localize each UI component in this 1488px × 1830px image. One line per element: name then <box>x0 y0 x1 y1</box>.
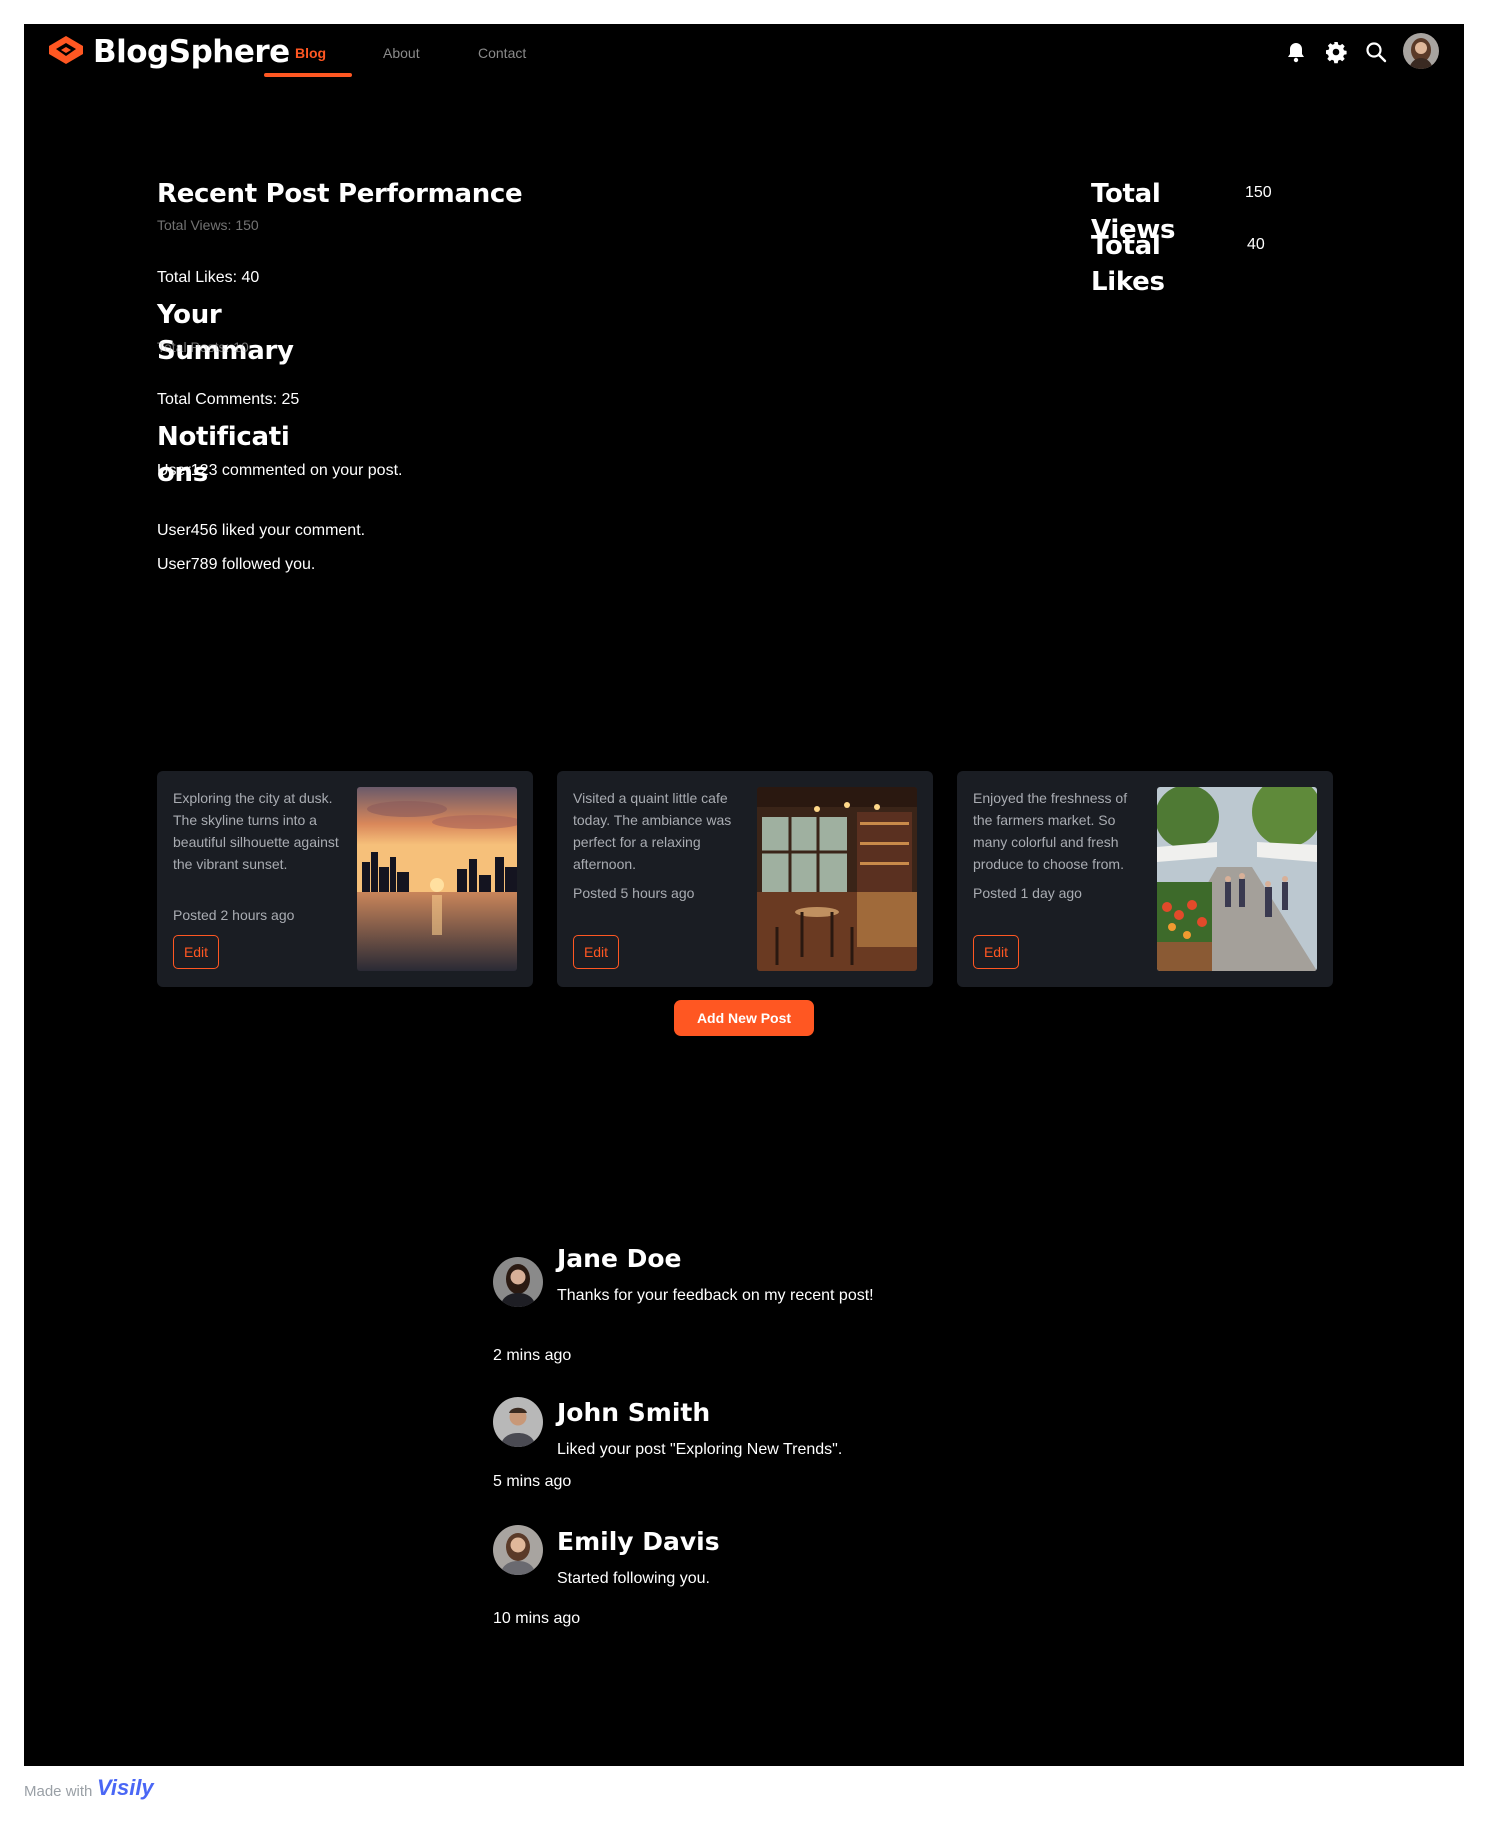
made-with-label: Made with <box>24 1783 93 1800</box>
bell-icon[interactable] <box>1284 40 1308 64</box>
comment-timestamp: 5 mins ago <box>493 1473 572 1490</box>
comment-timestamp: 10 mins ago <box>493 1610 581 1627</box>
total-likes-value: 40 <box>1247 236 1265 253</box>
recent-post-likes: Total Likes: 40 <box>157 269 260 286</box>
edit-button[interactable]: Edit <box>573 935 619 969</box>
comment-author[interactable]: Jane Doe <box>557 1241 682 1277</box>
post-card: Enjoyed the freshness of the farmers mar… <box>957 771 1333 987</box>
total-likes-label: Total Likes <box>1091 231 1165 297</box>
edit-button[interactable]: Edit <box>973 935 1019 969</box>
comment-author[interactable]: Emily Davis <box>557 1524 720 1560</box>
post-text: Visited a quaint little cafe today. The … <box>573 790 732 872</box>
comment-text: Thanks for your feedback on my recent po… <box>557 1287 874 1304</box>
notifications-heading: Notifications <box>157 422 290 488</box>
tab-contact[interactable]: Contact <box>478 45 526 61</box>
comment-timestamp: 2 mins ago <box>493 1347 572 1364</box>
gear-icon[interactable] <box>1324 40 1348 64</box>
post-card: Visited a quaint little cafe today. The … <box>557 771 933 987</box>
notification-item[interactable]: User123 commented on your post. <box>157 462 402 480</box>
add-new-post-button[interactable]: Add New Post <box>674 1000 814 1036</box>
comment-author[interactable]: John Smith <box>557 1395 710 1431</box>
top-nav: BlogSphere Blog About Contact <box>24 24 1464 80</box>
recent-post-views-text: Total Views: 150 <box>157 217 259 233</box>
post-card: Exploring the city at dusk. The skyline … <box>157 771 533 987</box>
active-tab-indicator <box>264 73 352 77</box>
search-icon[interactable] <box>1364 40 1388 64</box>
tab-blog[interactable]: Blog <box>295 45 326 61</box>
post-timestamp: Posted 2 hours ago <box>173 907 295 923</box>
summary-heading: Your Summary <box>157 300 294 366</box>
edit-button[interactable]: Edit <box>173 935 219 969</box>
logo-icon[interactable] <box>47 34 85 66</box>
notification-item[interactable]: User789 followed you. <box>157 556 315 574</box>
user-avatar[interactable] <box>1403 33 1439 69</box>
avatar[interactable] <box>493 1257 543 1307</box>
avatar[interactable] <box>493 1397 543 1447</box>
summary-comments: Total Comments: 25 <box>157 391 300 408</box>
recent-post-heading: Recent Post Performance <box>157 179 523 209</box>
city-skyline-image <box>357 787 517 971</box>
tab-about[interactable]: About <box>383 45 420 61</box>
comment-text: Started following you. <box>557 1570 710 1587</box>
brand-name[interactable]: BlogSphere <box>93 34 290 70</box>
notification-item[interactable]: User456 liked your comment. <box>157 522 365 540</box>
avatar[interactable] <box>493 1525 543 1575</box>
farmers-market-image <box>1157 787 1317 971</box>
total-views-value: 150 <box>1245 184 1272 201</box>
comment-text: Liked your post "Exploring New Trends". <box>557 1441 843 1458</box>
post-text: Enjoyed the freshness of the farmers mar… <box>973 790 1128 872</box>
visily-logo[interactable]: Visily <box>97 1775 154 1801</box>
app-frame: BlogSphere Blog About Contact Recent Pos… <box>24 24 1464 1766</box>
post-timestamp: Posted 5 hours ago <box>573 885 695 901</box>
post-text: Exploring the city at dusk. The skyline … <box>173 790 339 872</box>
summary-posts-text: Total Posts: 10 <box>157 339 249 355</box>
post-timestamp: Posted 1 day ago <box>973 885 1082 901</box>
cafe-interior-image <box>757 787 917 971</box>
